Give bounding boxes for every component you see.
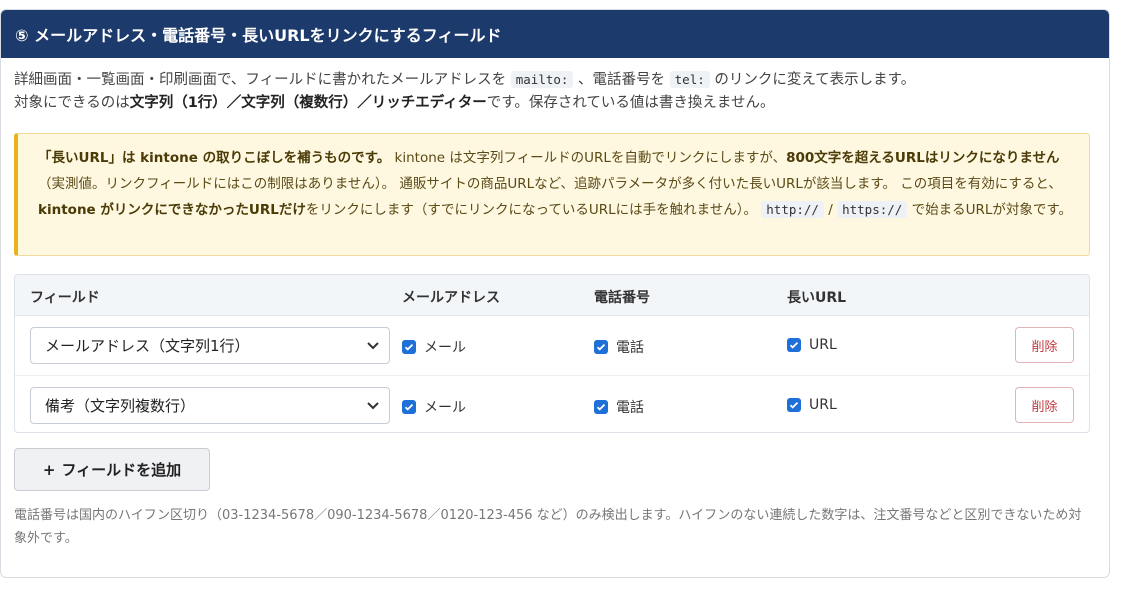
check-icon [787, 398, 801, 412]
add-field-button[interactable]: + フィールドを追加 [14, 448, 210, 491]
add-field-label: フィールドを追加 [61, 461, 182, 479]
check-icon [787, 338, 801, 352]
chevron-down-icon [367, 342, 379, 350]
phone-footnote: 電話番号は国内のハイフン区切り（03-1234-5678／090-1234-56… [14, 508, 1082, 546]
url-checkbox[interactable]: URL [787, 397, 837, 413]
check-icon [402, 400, 416, 414]
header-field: フィールド [30, 290, 100, 306]
field-table: フィールド メールアドレス 電話番号 長いURL メールアドレス（文字列1行） … [14, 274, 1090, 433]
table-row: 備考（文字列複数行） メール 電話 URL 削除 [15, 375, 1089, 432]
header-email: メールアドレス [402, 290, 500, 306]
field-select[interactable]: メールアドレス（文字列1行） [30, 327, 390, 364]
header-url: 長いURL [787, 290, 847, 306]
description-line-2: 対象にできるのは文字列（1行）／文字列（複数行）／リッチエディターです。保存され… [14, 95, 775, 111]
url-checkbox[interactable]: URL [787, 337, 837, 353]
check-icon [594, 400, 608, 414]
check-icon [594, 340, 608, 354]
delete-button[interactable]: 削除 [1015, 327, 1074, 363]
delete-button[interactable]: 削除 [1015, 387, 1074, 423]
table-row: メールアドレス（文字列1行） メール 電話 URL 削除 [15, 316, 1089, 375]
email-checkbox[interactable]: メール [402, 397, 466, 417]
mailto-code: mailto: [510, 71, 574, 88]
table-header: フィールド メールアドレス 電話番号 長いURL [15, 275, 1089, 316]
chevron-down-icon [367, 402, 379, 410]
plus-icon: + [42, 460, 56, 479]
header-phone: 電話番号 [594, 290, 650, 306]
field-select[interactable]: 備考（文字列複数行） [30, 387, 390, 424]
description-line-1: 詳細画面・一覧画面・印刷画面で、フィールドに書かれたメールアドレスを mailt… [14, 71, 916, 88]
check-icon [402, 340, 416, 354]
description: 詳細画面・一覧画面・印刷画面で、フィールドに書かれたメールアドレスを mailt… [14, 68, 1094, 115]
tel-code: tel: [669, 71, 710, 88]
panel-title: ⑤ メールアドレス・電話番号・長いURLをリンクにするフィールド [1, 10, 1109, 58]
phone-checkbox[interactable]: 電話 [594, 337, 644, 357]
http-code: http:// [761, 201, 824, 218]
long-url-notice: 「長いURL」は kintone の取りこぼしを補うものです。 kintone … [14, 133, 1090, 256]
phone-checkbox[interactable]: 電話 [594, 397, 644, 417]
https-code: https:// [837, 201, 908, 218]
email-checkbox[interactable]: メール [402, 337, 466, 357]
